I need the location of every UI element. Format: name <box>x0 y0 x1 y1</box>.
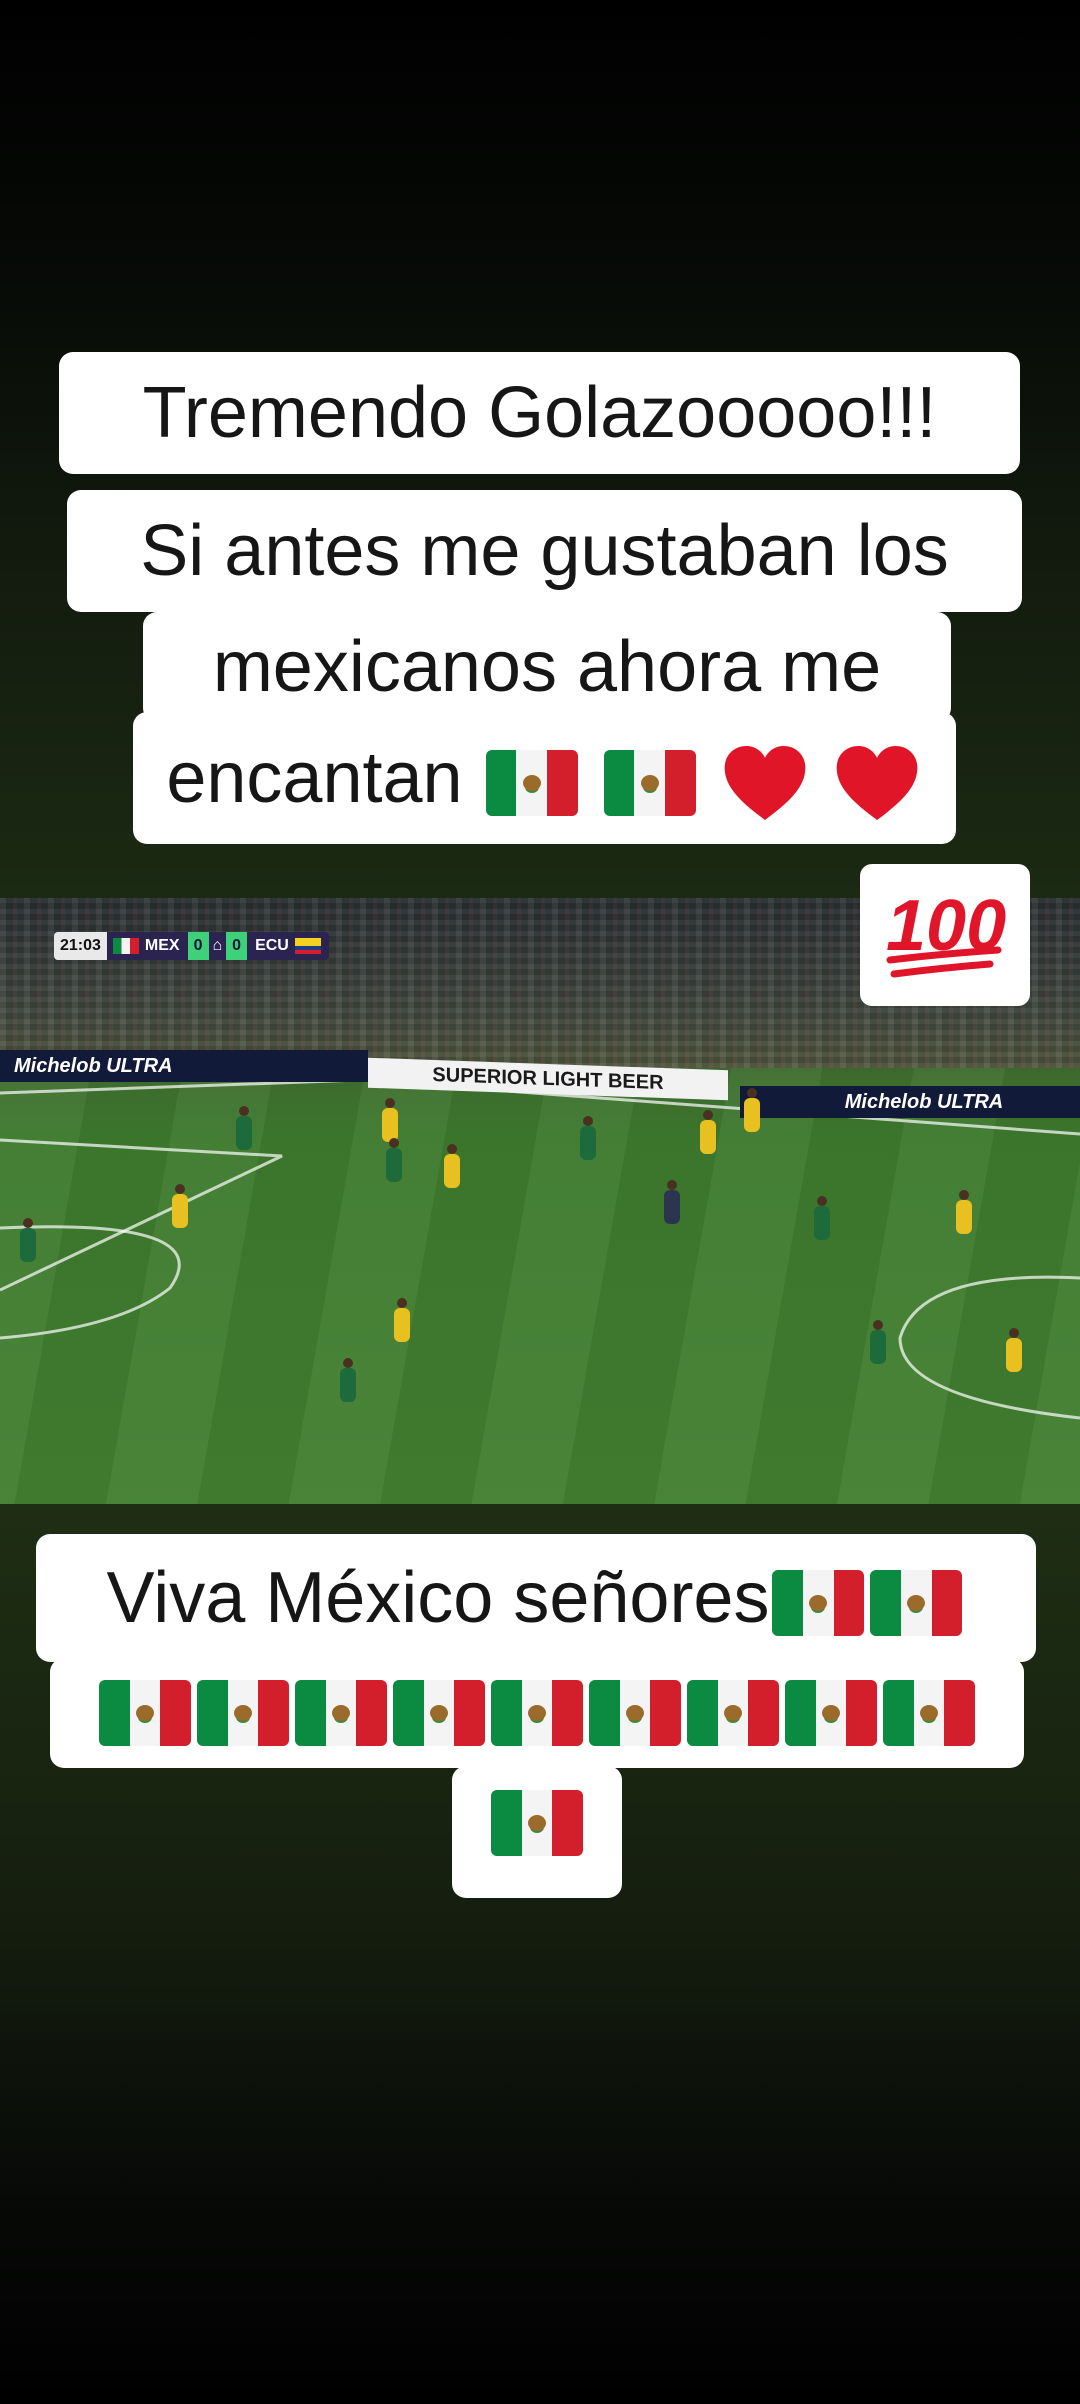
player <box>744 1088 760 1132</box>
ad-board-left: Michelob ULTRA <box>0 1050 368 1082</box>
mexico-flag-icon <box>485 749 578 816</box>
player <box>814 1196 830 1240</box>
mexico-flag-icon <box>491 1680 583 1746</box>
player <box>870 1320 886 1364</box>
caption-line-3-text: mexicanos ahora me <box>212 627 882 707</box>
hundred-points-icon: 100 <box>886 886 1006 978</box>
player <box>236 1106 252 1150</box>
mexico-flag-icon <box>393 1680 485 1746</box>
caption-bottom-line-3 <box>452 1766 622 1898</box>
ad-board-center-text: SUPERIOR LIGHT BEER <box>432 1063 664 1095</box>
player <box>956 1190 972 1234</box>
ad-board-left-text: Michelob ULTRA <box>14 1055 173 1077</box>
caption-line-4: encantan <box>133 712 956 844</box>
red-heart-icon <box>724 746 805 820</box>
player <box>20 1218 36 1262</box>
mexico-flag-icon <box>491 1790 583 1856</box>
mexico-flag-icon <box>589 1680 681 1746</box>
player <box>386 1138 402 1182</box>
away-team: ECU <box>247 932 329 960</box>
mexico-flag-icon <box>883 1680 975 1746</box>
player <box>580 1116 596 1160</box>
mexico-flag-icon <box>870 1569 963 1636</box>
player <box>444 1144 460 1188</box>
away-team-label: ECU <box>255 937 289 954</box>
mexico-flag-icon <box>785 1680 877 1746</box>
scoreboard: 21:03 MEX 0 ⌂ 0 ECU <box>54 932 329 960</box>
mexico-flag-icon <box>687 1680 779 1746</box>
caption-line-3: mexicanos ahora me <box>143 612 951 722</box>
home-score: 0 <box>187 932 209 960</box>
ad-board-right: Michelob ULTRA <box>740 1086 1080 1118</box>
caption-line-1-text: Tremendo Golazooooo!!! <box>142 373 937 453</box>
home-team-label: MEX <box>144 937 180 954</box>
mexico-flag-icon <box>112 937 139 954</box>
player <box>382 1098 398 1142</box>
caption-line-1: Tremendo Golazooooo!!! <box>59 352 1020 474</box>
ecuador-flag-icon <box>294 937 321 954</box>
home-team: MEX <box>106 932 188 960</box>
red-heart-icon <box>836 746 917 820</box>
caption-bottom-line-2 <box>50 1658 1024 1768</box>
caption-line-4-text: encantan <box>166 738 463 818</box>
player <box>394 1298 410 1342</box>
mexico-flag-icon <box>772 1569 865 1636</box>
caption-line-2-text: Si antes me gustaban los <box>140 511 949 591</box>
player <box>664 1180 680 1224</box>
mexico-flag-icon <box>603 749 696 816</box>
away-score: 0 <box>226 932 248 960</box>
player <box>340 1358 356 1402</box>
player <box>700 1110 716 1154</box>
player <box>1006 1328 1022 1372</box>
match-clock: 21:03 <box>54 932 107 960</box>
player <box>172 1184 188 1228</box>
hundred-points-badge: 100 <box>860 864 1030 1006</box>
score-divider: ⌂ <box>208 932 227 960</box>
caption-line-2: Si antes me gustaban los <box>67 490 1022 612</box>
ad-board-right-text: Michelob ULTRA <box>844 1091 1004 1113</box>
mexico-flag-icon <box>197 1680 289 1746</box>
caption-bottom-line-1: Viva México señores <box>36 1534 1036 1662</box>
mexico-flag-icon <box>99 1680 191 1746</box>
caption-bottom-line-1-text: Viva México señores <box>106 1558 770 1638</box>
mexico-flag-icon <box>295 1680 387 1746</box>
